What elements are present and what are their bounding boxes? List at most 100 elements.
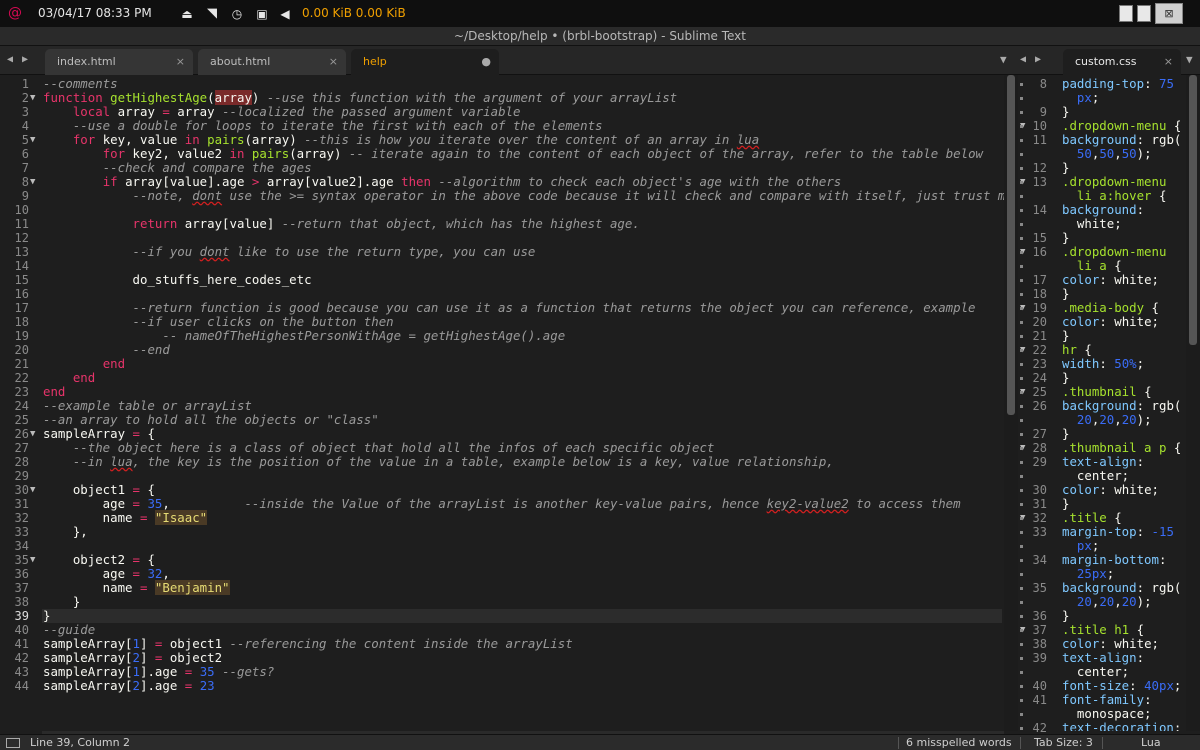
diff-marker	[1020, 433, 1023, 436]
code-token: in	[229, 146, 245, 161]
document-icon[interactable]	[1137, 5, 1151, 22]
volume-icon[interactable]: ◀	[278, 0, 292, 27]
unsaved-dot-icon[interactable]: ●	[481, 49, 491, 74]
fold-arrow-icon[interactable]: ▼	[30, 91, 40, 105]
diff-marker	[1020, 307, 1023, 310]
vertical-scrollbar[interactable]	[1004, 75, 1018, 731]
tab-index-html[interactable]: index.html ×	[45, 49, 193, 75]
tab-size-indicator[interactable]: Tab Size: 3	[1034, 735, 1093, 750]
code-token: =	[132, 426, 140, 441]
tab-list-dropdown-icon[interactable]: ▼	[1186, 46, 1193, 74]
code-token: --the object here is a class of object t…	[72, 440, 715, 455]
tab-scroll-left-icon[interactable]: ◀	[7, 46, 13, 74]
css-line-number-gutter: 8910▼111213▼141516▼171819▼202122▼232425▼…	[1018, 75, 1060, 735]
code-line: white;	[1062, 217, 1122, 231]
code-token: object2	[162, 650, 223, 665]
code-line: sampleArray[2] = object2	[43, 651, 222, 665]
fold-arrow-icon[interactable]: ▼	[30, 133, 40, 147]
code-line: center;	[1062, 469, 1129, 483]
code-token: white;	[1062, 216, 1122, 231]
diff-marker	[1020, 167, 1023, 170]
code-token: ].age	[140, 678, 185, 693]
diff-marker	[1020, 503, 1023, 506]
code-line: --an array to hold all the objects or "c…	[43, 413, 379, 427]
line-number: 24	[14, 399, 29, 413]
code-editor[interactable]: --comments function getHighestAge(array) …	[42, 75, 1004, 731]
line-number: 29	[14, 469, 29, 483]
code-token: --inside the Value of the arrayList is a…	[244, 496, 767, 511]
css-editor[interactable]: padding-top: 75 px;} .dropdown-menu {back…	[1060, 75, 1186, 732]
tab-scroll-right-icon[interactable]: ▶	[22, 46, 28, 74]
diff-marker	[1020, 363, 1023, 366]
line-number: 2	[21, 91, 29, 105]
code-line: }	[43, 595, 80, 609]
code-token: ;	[1136, 356, 1145, 371]
diff-marker	[1020, 97, 1023, 100]
code-line: color: white;	[1062, 483, 1159, 497]
code-line: width: 50%;	[1062, 357, 1144, 371]
tab-help[interactable]: help ●	[351, 49, 499, 75]
fold-arrow-icon[interactable]: ▼	[30, 175, 40, 189]
line-number: 12	[14, 231, 29, 245]
clock-icon[interactable]: ◷	[230, 0, 244, 27]
code-token: :	[1158, 552, 1167, 567]
close-icon[interactable]: ×	[176, 49, 185, 74]
tab-scroll-left-icon[interactable]: ◀	[1020, 46, 1026, 74]
fold-arrow-icon[interactable]: ▼	[30, 483, 40, 497]
close-icon[interactable]: ×	[329, 49, 338, 74]
debian-logo-icon[interactable]: @	[8, 0, 22, 27]
code-token: --if user clicks on the button then	[132, 314, 394, 329]
code-line: li a {	[1062, 259, 1122, 273]
code-line: }	[1062, 497, 1069, 511]
code-line: text-decoration:	[1062, 721, 1181, 732]
code-line: .thumbnail {	[1062, 385, 1152, 399]
code-token: );	[1136, 146, 1152, 161]
fold-arrow-icon[interactable]: ▼	[30, 553, 40, 567]
tab-custom-css[interactable]: custom.css ×	[1063, 49, 1181, 75]
tab-about-html[interactable]: about.html ×	[198, 49, 346, 75]
code-token: 23	[199, 678, 215, 693]
code-token: center;	[1062, 664, 1130, 679]
code-line: }	[1062, 287, 1069, 301]
code-token: : rgb(	[1136, 580, 1182, 595]
panel-toggle-icon[interactable]	[6, 738, 20, 748]
spell-check-status[interactable]: 6 misspelled words	[906, 735, 1012, 750]
usb-drive-icon[interactable]: ⏏	[180, 0, 194, 27]
window-icon[interactable]: ⊠	[1155, 3, 1183, 24]
code-line: }	[1062, 105, 1069, 119]
code-token: {	[1106, 258, 1122, 273]
code-line: -- nameOfTheHighestPersonWithAge = getHi…	[43, 329, 565, 343]
line-number: 23	[14, 385, 29, 399]
code-token: pairs	[207, 132, 245, 147]
code-line: center;	[1062, 665, 1129, 679]
diff-marker	[1020, 727, 1023, 730]
system-top-bar: @ 03/04/17 08:33 PM ⏏ ◥ ◷ ▣ ◀ 0.00 KiB 0…	[0, 0, 1200, 27]
document-icon[interactable]	[1119, 5, 1133, 22]
code-line: background: rgb(	[1062, 399, 1181, 413]
line-number: 21	[14, 357, 29, 371]
diff-marker	[1020, 643, 1023, 646]
wifi-icon[interactable]: ◥	[205, 0, 219, 27]
close-icon[interactable]: ×	[1164, 49, 1173, 74]
diff-marker	[1020, 321, 1023, 324]
code-token: array	[214, 90, 252, 105]
syntax-indicator[interactable]: Lua	[1141, 735, 1161, 750]
code-token: {	[1144, 300, 1159, 315]
code-token: ,	[1114, 146, 1122, 161]
code-token: --note,	[132, 188, 193, 203]
css-vertical-scrollbar[interactable]	[1186, 75, 1200, 731]
code-line: object2 = {	[43, 553, 155, 567]
fold-arrow-icon[interactable]: ▼	[30, 427, 40, 441]
code-token: color	[1062, 272, 1100, 287]
code-token: 2	[132, 678, 140, 693]
tab-list-dropdown-icon[interactable]: ▼	[1000, 46, 1007, 74]
code-token: {	[1076, 342, 1092, 357]
battery-icon[interactable]: ▣	[255, 0, 269, 27]
tab-scroll-right-icon[interactable]: ▶	[1035, 46, 1041, 74]
scrollbar-thumb[interactable]	[1007, 75, 1015, 415]
scrollbar-thumb[interactable]	[1189, 75, 1197, 345]
line-number: 10	[14, 203, 29, 217]
code-line: --the object here is a class of object t…	[43, 440, 715, 455]
